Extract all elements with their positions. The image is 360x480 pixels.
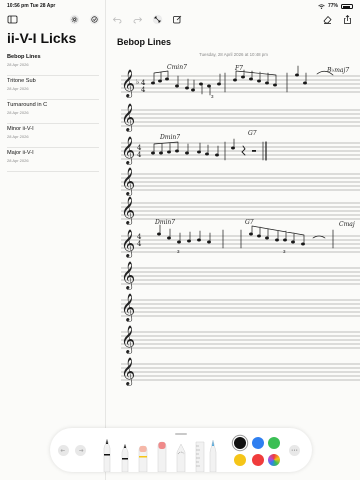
staff-8 bbox=[121, 299, 360, 317]
fountain-pen-tool[interactable] bbox=[209, 439, 217, 472]
note-item-title: Turnaround in C bbox=[7, 102, 48, 108]
svg-text:4: 4 bbox=[137, 151, 142, 159]
color-wheel-picker[interactable] bbox=[268, 454, 280, 466]
marker-tool[interactable] bbox=[121, 443, 129, 472]
undo-button[interactable] bbox=[111, 11, 123, 27]
staff-10 bbox=[121, 363, 360, 381]
svg-text:3: 3 bbox=[211, 94, 214, 99]
redo-icon bbox=[133, 16, 142, 23]
settings-button[interactable] bbox=[66, 11, 82, 27]
redo-button[interactable] bbox=[131, 11, 143, 27]
note-item-title: Tritone Sub bbox=[7, 78, 36, 84]
treble-clef-icon: 𝄞 bbox=[121, 196, 135, 225]
staff-2 bbox=[121, 109, 360, 127]
note-list-item[interactable]: Minor ii-V-I 28 Apr 2026 bbox=[7, 124, 99, 148]
select-button[interactable] bbox=[86, 11, 102, 27]
checkmark-circle-icon bbox=[89, 14, 99, 24]
staff-6 bbox=[121, 235, 360, 253]
svg-text:♭: ♭ bbox=[136, 78, 139, 86]
staff-9 bbox=[121, 331, 360, 349]
treble-clef-icon: 𝄞 bbox=[121, 325, 135, 354]
eraser-tool[interactable] bbox=[157, 441, 167, 472]
sidebar: ii-V-I Licks Bebop Lines 28 Apr 2026 Tri… bbox=[0, 0, 106, 480]
compose-button[interactable] bbox=[170, 11, 184, 27]
note-item-date: 28 Apr 2026 bbox=[7, 62, 29, 67]
note-item-title: Bebop Lines bbox=[7, 54, 41, 60]
treble-clef-icon: 𝄞 bbox=[121, 293, 135, 322]
battery-icon bbox=[341, 3, 353, 9]
note-item-title: Minor ii-V-I bbox=[7, 126, 34, 132]
treble-clef-icon: 𝄞 bbox=[121, 357, 135, 386]
treble-clefs: 𝄞 𝄞 𝄞 𝄞 𝄞 𝄞 𝄞 𝄞 𝄞 𝄞 bbox=[121, 69, 135, 386]
palette-redo-button[interactable] bbox=[75, 445, 86, 456]
redo-icon bbox=[79, 449, 84, 452]
color-swatch-black[interactable] bbox=[234, 437, 246, 449]
compose-icon bbox=[172, 15, 181, 23]
note-list-item[interactable]: Turnaround in C 28 Apr 2026 bbox=[7, 100, 99, 124]
staff-3 bbox=[121, 142, 360, 160]
treble-clef-icon: 𝄞 bbox=[121, 261, 135, 290]
chord-symbol: Dmin7 bbox=[154, 219, 175, 226]
chord-symbol: F7 bbox=[234, 65, 243, 72]
staff-5 bbox=[121, 202, 360, 220]
chord-symbol: Dmin7 bbox=[159, 134, 180, 141]
note-item-date: 28 Apr 2026 bbox=[7, 158, 29, 163]
note-canvas[interactable]: Bebop Lines Tuesday, 28 April 2026 at 10… bbox=[107, 28, 360, 480]
color-swatch-red[interactable] bbox=[252, 454, 264, 466]
note-list-item[interactable]: Tritone Sub 28 Apr 2026 bbox=[7, 76, 99, 100]
share-button[interactable] bbox=[340, 11, 354, 27]
svg-text:4: 4 bbox=[137, 240, 142, 248]
note-item-date: 28 Apr 2026 bbox=[7, 110, 29, 115]
ruler-tool[interactable] bbox=[195, 441, 205, 472]
resize-arrows-icon bbox=[152, 14, 162, 24]
sidebar-toggle-button[interactable] bbox=[5, 11, 19, 27]
sidebar-title: ii-V-I Licks bbox=[7, 30, 77, 46]
eraser-button[interactable] bbox=[320, 11, 334, 27]
chord-symbol: G7 bbox=[248, 130, 257, 137]
palette-undo-button[interactable] bbox=[58, 445, 69, 456]
treble-clef-icon: 𝄞 bbox=[121, 69, 135, 98]
treble-clef-icon: 𝄞 bbox=[121, 136, 135, 165]
highlighter-tool[interactable] bbox=[138, 445, 148, 472]
treble-clef-icon: 𝄞 bbox=[121, 103, 135, 132]
chord-symbol: B♭maj7 bbox=[326, 67, 349, 74]
lasso-tool[interactable] bbox=[176, 443, 186, 472]
pen-tool[interactable] bbox=[103, 438, 111, 472]
gear-icon bbox=[69, 14, 79, 24]
note-list-item[interactable]: Bebop Lines 28 Apr 2026 bbox=[7, 52, 99, 76]
undo-icon bbox=[112, 16, 121, 23]
color-swatch-blue[interactable] bbox=[252, 437, 264, 449]
staff-4 bbox=[121, 173, 360, 191]
eraser-icon bbox=[323, 15, 332, 24]
note-list-item[interactable]: Major ii-V-I 28 Apr 2026 bbox=[7, 148, 99, 172]
wifi-icon bbox=[318, 3, 325, 9]
treble-clef-icon: 𝄞 bbox=[121, 167, 135, 196]
staff-1 bbox=[121, 75, 360, 93]
more-options-button[interactable]: ··· bbox=[289, 445, 300, 456]
svg-text:4: 4 bbox=[141, 86, 146, 94]
status-right: 77% bbox=[318, 3, 353, 9]
svg-text:3: 3 bbox=[177, 249, 180, 254]
note-item-date: 28 Apr 2026 bbox=[7, 134, 29, 139]
chord-symbols: Cmin7 F7 B♭maj7 Dmin7 G7 Dmin7 G7 Cmaj bbox=[154, 64, 355, 228]
chord-symbol: Cmin7 bbox=[167, 64, 187, 71]
battery-percent: 77% bbox=[327, 3, 338, 9]
color-swatch-green[interactable] bbox=[268, 437, 280, 449]
toolbar-handle[interactable] bbox=[175, 433, 187, 435]
drawing-tools bbox=[103, 438, 217, 472]
chord-symbol: G7 bbox=[245, 219, 254, 226]
note-item-date: 28 Apr 2026 bbox=[7, 86, 29, 91]
fullscreen-button[interactable] bbox=[149, 11, 165, 27]
note-list: Bebop Lines 28 Apr 2026 Tritone Sub 28 A… bbox=[7, 52, 99, 172]
note-item-title: Major ii-V-I bbox=[7, 150, 34, 156]
sidebar-icon bbox=[7, 15, 17, 23]
chord-symbol: Cmaj bbox=[339, 221, 355, 228]
music-staff-paper: 𝄞 𝄞 𝄞 𝄞 𝄞 𝄞 𝄞 𝄞 𝄞 𝄞 ♭ 4 4 4 4 4 4 3 3 3 … bbox=[121, 64, 360, 386]
staff-7 bbox=[121, 267, 360, 285]
svg-text:3: 3 bbox=[283, 249, 286, 254]
share-icon bbox=[343, 14, 351, 24]
undo-icon bbox=[60, 449, 65, 452]
treble-clef-icon: 𝄞 bbox=[121, 229, 135, 258]
color-swatch-yellow[interactable] bbox=[234, 454, 246, 466]
